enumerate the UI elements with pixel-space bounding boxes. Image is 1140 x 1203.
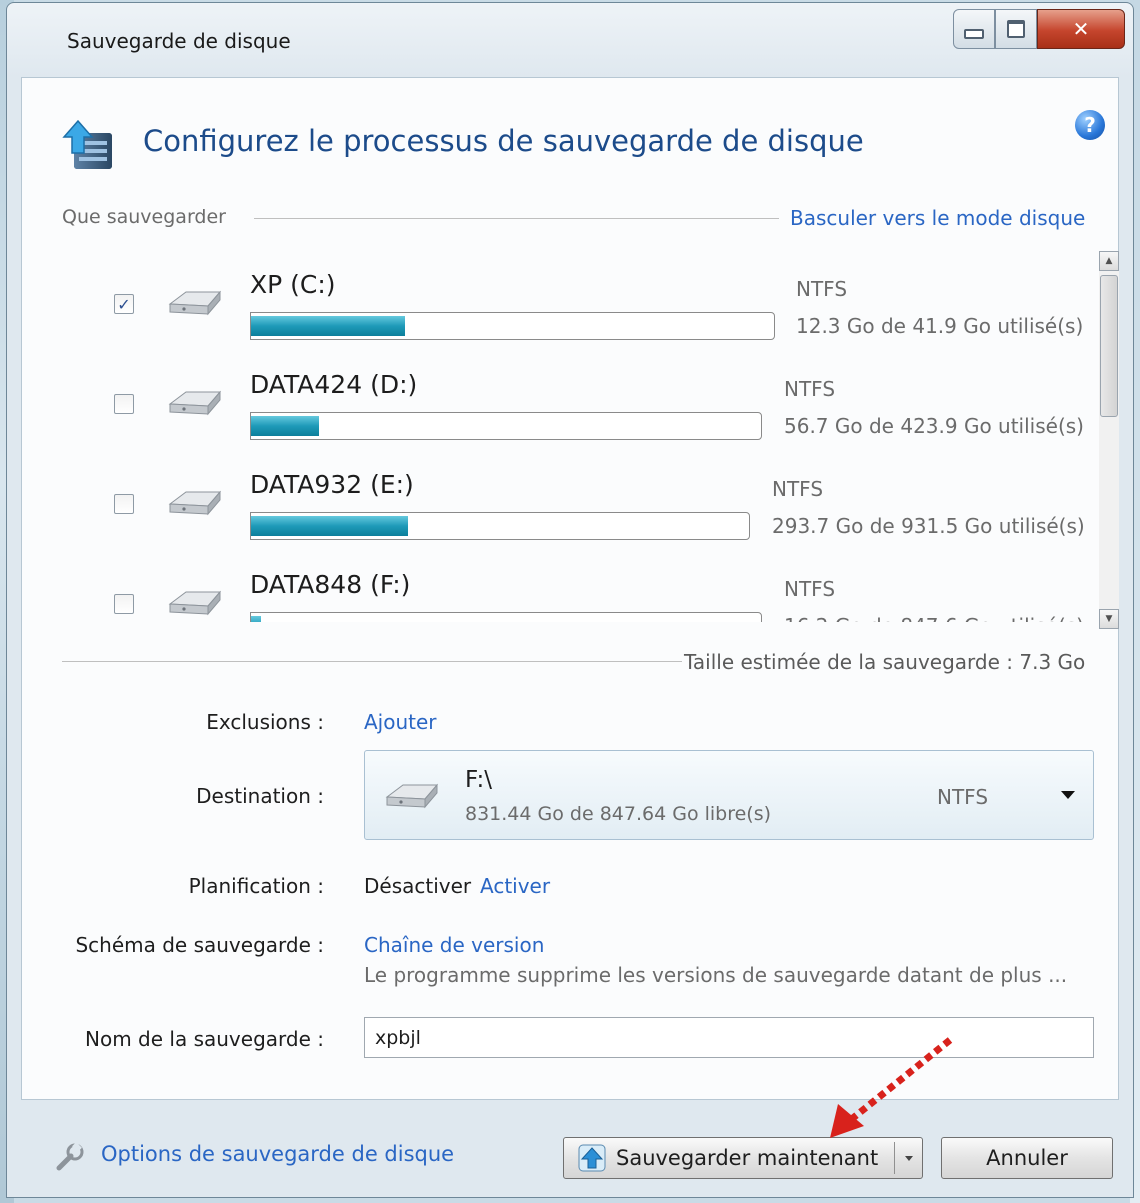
what-to-backup-label: Que sauvegarder	[62, 206, 226, 228]
disk-filesystem: NTFS	[784, 577, 836, 601]
backup-scheme-description: Le programme supprime les versions de sa…	[364, 963, 1068, 987]
destination-label: Destination :	[196, 784, 324, 808]
disk-list: ✓ XP (C:) NTFS 12.3 Go de 41.9 Go utilis…	[62, 252, 1092, 622]
backup-options-dropdown[interactable]	[895, 1138, 922, 1178]
disk-row-f[interactable]: DATA848 (F:) NTFS 16.2 Go de 847.6 Go ut…	[62, 552, 1092, 622]
disk-row-e[interactable]: DATA932 (E:) NTFS 293.7 Go de 931.5 Go u…	[62, 452, 1092, 552]
wrench-icon	[56, 1142, 84, 1171]
backup-server-icon	[62, 119, 112, 169]
disk-usage-fill	[251, 316, 405, 336]
destination-free-space: 831.44 Go de 847.64 Go libre(s)	[465, 803, 772, 825]
hard-drive-icon	[168, 590, 222, 616]
caption-buttons: ✕	[953, 9, 1125, 49]
exclusions-label: Exclusions :	[206, 710, 324, 734]
estimate-divider	[62, 661, 682, 662]
backup-now-split-button: Sauvegarder maintenant	[563, 1137, 923, 1179]
scroll-up-arrow-icon[interactable]: ▲	[1099, 251, 1119, 271]
maximize-button[interactable]	[995, 9, 1037, 49]
disk-usage-text: 56.7 Go de 423.9 Go utilisé(s)	[784, 414, 1084, 438]
disk-usage-text: 293.7 Go de 931.5 Go utilisé(s)	[772, 514, 1085, 538]
disk-filesystem: NTFS	[772, 477, 824, 501]
disk-name: DATA424 (D:)	[250, 370, 418, 399]
title-bar: Sauvegarde de disque ✕	[7, 3, 1133, 77]
help-icon[interactable]: ?	[1075, 110, 1105, 140]
scroll-thumb[interactable]	[1100, 275, 1118, 417]
disk-checkbox-f[interactable]	[114, 594, 134, 614]
backup-name-label: Nom de la sauvegarde :	[85, 1027, 324, 1051]
minimize-icon	[964, 29, 984, 39]
disk-row-c[interactable]: ✓ XP (C:) NTFS 12.3 Go de 41.9 Go utilis…	[62, 252, 1092, 352]
cancel-button[interactable]: Annuler	[941, 1137, 1113, 1179]
disk-usage-fill	[251, 516, 408, 536]
dialog-content: Configurez le processus de sauvegarde de…	[21, 77, 1119, 1100]
destination-filesystem: NTFS	[937, 785, 989, 809]
hard-drive-icon	[168, 390, 222, 416]
switch-to-disk-mode-link[interactable]: Basculer vers le mode disque	[790, 206, 1085, 230]
disk-name: DATA932 (E:)	[250, 470, 414, 499]
page-title: Configurez le processus de sauvegarde de…	[143, 124, 864, 158]
backup-scheme-label: Schéma de sauvegarde :	[75, 933, 324, 957]
disk-usage-text: 16.2 Go de 847.6 Go utilisé(s)	[784, 614, 1084, 622]
scroll-down-arrow-icon[interactable]: ▼	[1099, 609, 1119, 629]
close-button[interactable]: ✕	[1037, 9, 1125, 49]
disk-usage-fill	[251, 616, 261, 622]
disk-checkbox-d[interactable]	[114, 394, 134, 414]
estimated-size-label: Taille estimée de la sauvegarde : 7.3 Go	[684, 650, 1086, 674]
close-icon: ✕	[1072, 17, 1090, 41]
disk-usage-text: 12.3 Go de 41.9 Go utilisé(s)	[796, 314, 1084, 338]
disk-checkbox-c[interactable]: ✓	[114, 294, 134, 314]
disk-name: DATA848 (F:)	[250, 570, 411, 599]
backup-now-label: Sauvegarder maintenant	[616, 1146, 879, 1170]
disk-checkbox-e[interactable]	[114, 494, 134, 514]
backup-scheme-link[interactable]: Chaîne de version	[364, 933, 544, 957]
disk-usage-bar	[250, 612, 762, 622]
disk-row-d[interactable]: DATA424 (D:) NTFS 56.7 Go de 423.9 Go ut…	[62, 352, 1092, 452]
disk-usage-fill	[251, 416, 320, 436]
destination-dropdown[interactable]: F:\ 831.44 Go de 847.64 Go libre(s) NTFS	[364, 750, 1094, 840]
backup-name-input[interactable]	[364, 1017, 1094, 1058]
schedule-label: Planification :	[188, 874, 324, 898]
minimize-button[interactable]	[953, 9, 995, 49]
disk-filesystem: NTFS	[796, 277, 848, 301]
disk-filesystem: NTFS	[784, 377, 836, 401]
backup-dialog: Sauvegarde de disque ✕ Configurez le pro…	[6, 2, 1134, 1198]
maximize-icon	[1007, 20, 1025, 38]
hard-drive-icon	[385, 783, 439, 809]
chevron-down-icon	[1061, 791, 1075, 799]
disk-list-scrollbar[interactable]: ▲ ▼	[1099, 251, 1119, 629]
disk-usage-bar	[250, 412, 762, 440]
add-exclusion-link[interactable]: Ajouter	[364, 710, 437, 734]
disk-usage-bar	[250, 512, 750, 540]
section-divider	[254, 218, 779, 219]
backup-options-link[interactable]: Options de sauvegarde de disque	[101, 1142, 454, 1166]
dialog-footer: Options de sauvegarde de disque Sauvegar…	[7, 1100, 1133, 1197]
disk-name: XP (C:)	[250, 270, 336, 299]
backup-arrow-icon	[578, 1144, 606, 1172]
backup-now-button[interactable]: Sauvegarder maintenant	[564, 1138, 892, 1178]
schedule-disabled-text: Désactiver	[364, 874, 472, 898]
disk-usage-bar	[250, 312, 775, 340]
schedule-enable-link[interactable]: Activer	[480, 874, 550, 898]
chevron-down-icon	[904, 1155, 913, 1161]
window-title: Sauvegarde de disque	[67, 29, 291, 53]
hard-drive-icon	[168, 290, 222, 316]
destination-path: F:\	[465, 767, 492, 793]
hard-drive-icon	[168, 490, 222, 516]
